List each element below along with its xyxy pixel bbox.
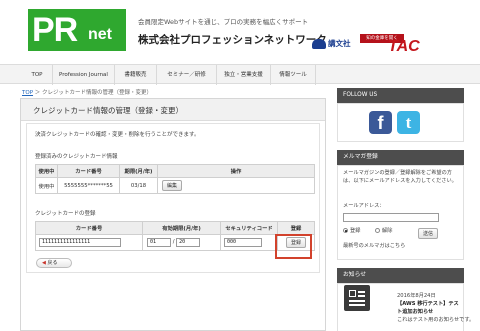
newsletter-submit-button[interactable]: 送信	[418, 228, 439, 239]
cell-expiry: 03/18	[119, 177, 158, 194]
expiry-slash: /	[172, 239, 175, 245]
nav-item-tools[interactable]: 情報ツール	[270, 65, 316, 85]
cell-new-expiry: 01 / 20	[142, 234, 221, 251]
col-header-security-code: セキュリティコード	[220, 221, 278, 235]
company-name: 株式会社プロフェッションネットワーク	[138, 34, 327, 46]
email-label: メールアドレス：	[343, 203, 385, 209]
col-header-expiry: 期限(月/年)	[119, 164, 158, 178]
col-header-action: 操作	[157, 164, 315, 178]
page-title: クレジットカード情報の管理（登録・変更）	[33, 106, 183, 115]
news-heading: お知らせ	[337, 268, 464, 283]
twitter-icon[interactable]: t	[397, 111, 420, 134]
newspaper-icon-box	[349, 290, 356, 297]
newspaper-icon-line	[358, 295, 365, 297]
nav-item-top[interactable]: TOP	[22, 65, 52, 85]
col-header-in-use: 使用中	[35, 164, 58, 178]
radio-unsubscribe-option[interactable]: 解除	[375, 228, 392, 236]
newspaper-icon-line	[349, 300, 365, 302]
newsletter-description: メールマガジンの登録／登録解除をご希望の方は、以下にメールアドレスを入力してくだ…	[343, 170, 457, 184]
partner-logo-1[interactable]: 講文社	[312, 38, 351, 49]
facebook-icon[interactable]: f	[369, 111, 392, 134]
cell-security-code: 000	[220, 234, 278, 251]
partner-logo-2[interactable]: 知の金庫を開く TAC	[360, 34, 430, 55]
panel-header: クレジットカード情報の管理（登録・変更）	[21, 99, 325, 121]
cell-action: 編集	[157, 177, 315, 194]
latest-newsletter-link[interactable]: 最新号のメルマガはこちら	[343, 243, 405, 251]
table-row: 使用中 5555555*******55 03/18 編集	[35, 177, 315, 194]
nav-item-seminar[interactable]: セミナー／研修	[156, 65, 216, 85]
card-management-panel: クレジットカード情報の管理（登録・変更） 決済クレジットカードの確認・変更・削除…	[20, 98, 326, 331]
newsletter-box: メールマガジンの登録／登録解除をご希望の方は、以下にメールアドレスを入力してくだ…	[337, 165, 464, 260]
security-code-input[interactable]: 000	[224, 238, 262, 247]
radio-unsubscribe-label: 解除	[382, 228, 393, 234]
newspaper-icon-line	[349, 304, 365, 306]
partner-2-name: TAC	[388, 38, 420, 55]
follow-us-box: f t	[337, 103, 464, 142]
radio-register-icon[interactable]	[343, 228, 348, 233]
edit-card-button[interactable]: 編集	[162, 180, 183, 191]
logo-main-text: PR	[32, 11, 78, 49]
news-title-link[interactable]: 【AWS 移行テスト】テスト追加お知らせ	[397, 301, 463, 316]
registered-cards-heading: 登録済みのクレジットカード情報	[35, 154, 118, 160]
radio-register-label: 登録	[350, 228, 361, 234]
back-button-label: 戻る	[47, 260, 58, 266]
col-header-new-expiry: 有効期限(月/年)	[142, 221, 221, 235]
expiry-year-input[interactable]: 20	[176, 238, 201, 247]
breadcrumb-top-link[interactable]: TOP	[22, 90, 33, 96]
global-nav: TOP Profession Journal 書籍販売 セミナー／研修 独立・営…	[0, 64, 480, 85]
registered-cards-table: 使用中 カード番号 期限(月/年) 操作 使用中 5555555*******5…	[35, 164, 315, 194]
col-header-card-number: カード番号	[57, 164, 120, 178]
cell-new-card-number: 1111111111111111	[35, 234, 143, 251]
col-header-register: 登録	[277, 221, 315, 235]
news-body: これはテスト用のお知らせです。	[397, 317, 475, 323]
register-card-table: カード番号 有効期限(月/年) セキュリティコード 登録 11111111111…	[35, 221, 315, 251]
newsletter-heading: メルマガ登録	[337, 150, 464, 165]
nav-item-profession-journal[interactable]: Profession Journal	[52, 65, 114, 85]
partner-1-mark-icon	[312, 39, 326, 49]
nav-item-independence[interactable]: 独立・営業支援	[216, 65, 270, 85]
back-button[interactable]: ◀ 戻る	[36, 258, 72, 268]
radio-unsubscribe-icon[interactable]	[375, 228, 380, 233]
cell-status: 使用中	[35, 177, 58, 194]
back-arrow-icon: ◀	[42, 260, 46, 266]
card-number-input[interactable]: 1111111111111111	[39, 238, 121, 247]
register-button-highlight	[275, 234, 312, 259]
site-logo[interactable]: PR net	[28, 9, 126, 51]
newspaper-icon-line	[358, 291, 365, 293]
table-row: 1111111111111111 01 / 20 000 登録	[35, 234, 315, 251]
col-header-new-card-number: カード番号	[35, 221, 143, 235]
radio-register-option[interactable]: 登録	[343, 228, 360, 236]
newspaper-icon	[344, 285, 370, 311]
email-input[interactable]	[343, 213, 439, 222]
logo-sub-text: net	[88, 26, 112, 43]
site-tagline: 会員限定Webサイトを通じ、プロの実務を幅広くサポート	[138, 18, 309, 26]
breadcrumb: TOP ＞ クレジットカード情報の管理（登録・変更）	[22, 88, 152, 96]
breadcrumb-current: クレジットカード情報の管理（登録・変更）	[42, 90, 153, 96]
breadcrumb-separator: ＞	[34, 90, 41, 96]
nav-item-books[interactable]: 書籍販売	[114, 65, 156, 85]
news-date: 2016年8月24日	[397, 293, 436, 299]
cell-card-number: 5555555*******55	[57, 177, 120, 194]
follow-us-heading: FOLLOW US	[337, 88, 464, 103]
register-card-heading: クレジットカードの登録	[35, 211, 96, 217]
intro-text: 決済クレジットカードの確認・変更・削除を行うことができます。	[35, 132, 200, 138]
expiry-month-input[interactable]: 01	[147, 238, 171, 247]
partner-1-name: 講文社	[328, 39, 351, 48]
